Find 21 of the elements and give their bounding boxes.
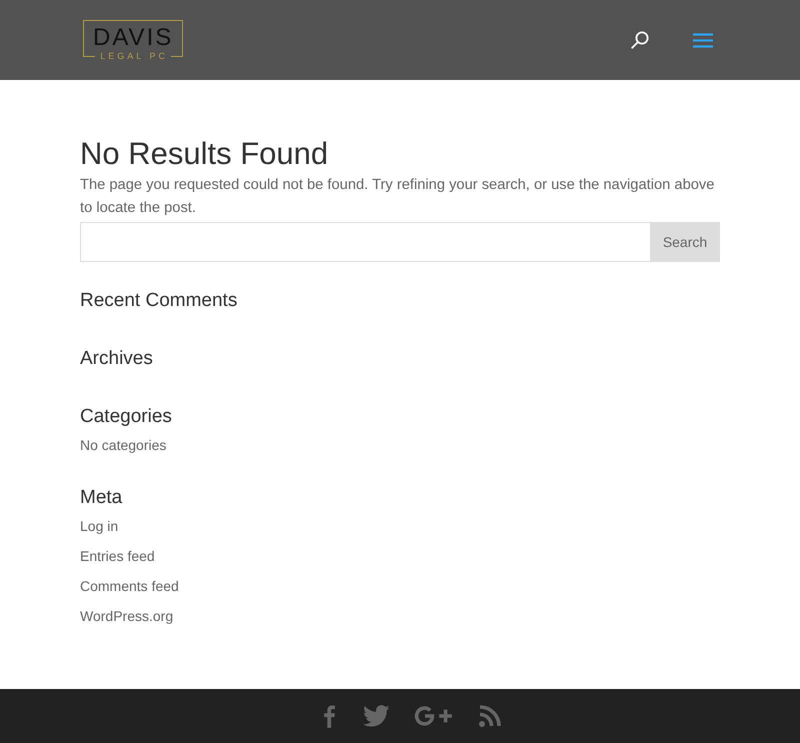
meta-link[interactable]: Log in [80,515,118,538]
meta-link[interactable]: Comments feed [80,575,179,598]
widget-title: Archives [80,347,153,371]
google-plus-icon[interactable] [414,704,454,728]
meta-link[interactable]: Entries feed [80,545,155,568]
menu-icon[interactable] [692,32,714,48]
facebook-icon[interactable] [323,704,336,728]
bird-icon[interactable] [363,704,390,728]
widget-title: Recent Comments [80,289,238,313]
search-button[interactable]: Search [650,222,720,262]
widget-text: No categories [80,436,166,455]
logo-name: DAVIS [93,24,174,50]
not-found-message: The page you requested could not be found. Try refining your search, or use the navigation above to locate the post. [80,176,716,218]
search-field[interactable] [80,222,650,262]
search-icon[interactable] [631,31,649,49]
widget-title: Meta [80,486,122,510]
logo-tagline: LEGAL PC [95,50,171,62]
page-title: No Results Found [80,136,330,172]
rss-icon[interactable] [478,704,502,728]
widget-title: Categories [80,405,172,429]
meta-link[interactable]: WordPress.org [80,605,174,628]
